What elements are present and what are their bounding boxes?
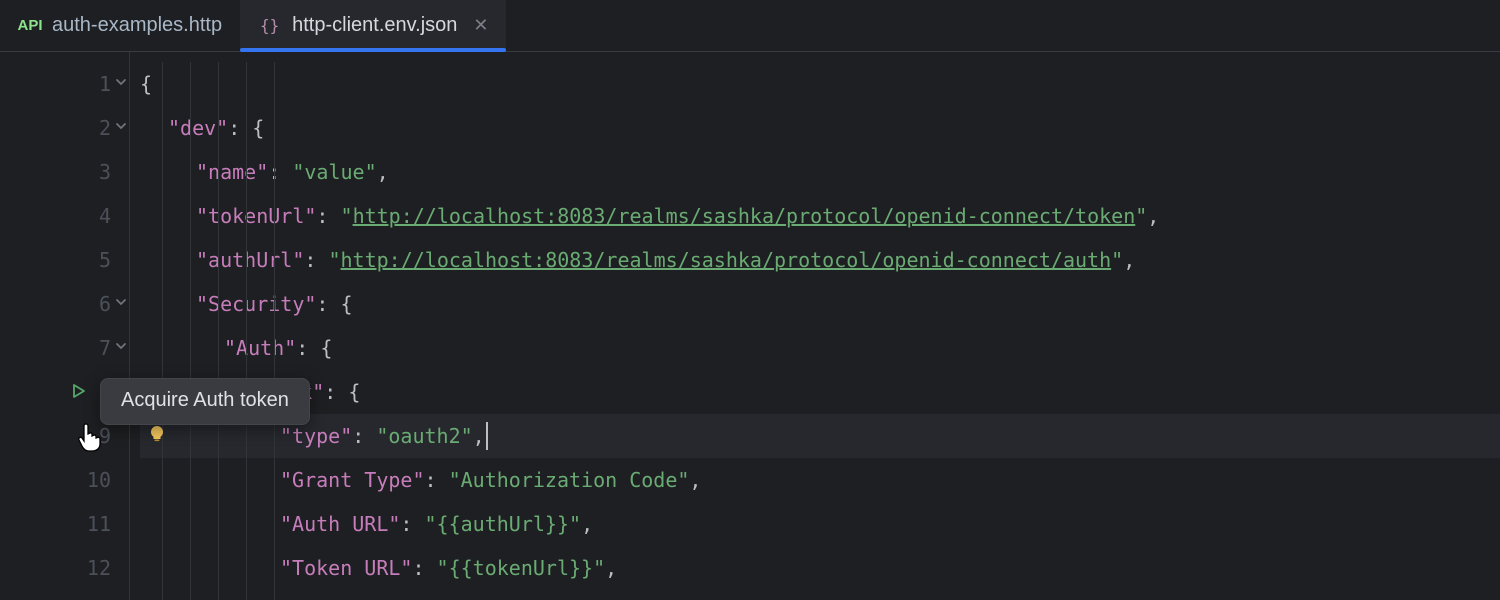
token-str: "{{tokenUrl}}" — [437, 556, 606, 580]
tab-auth-examples[interactable]: API auth-examples.http — [0, 0, 240, 51]
line-number: 1 — [75, 72, 111, 96]
intention-bulb-icon[interactable] — [148, 424, 166, 448]
token-key: "Auth" — [224, 336, 296, 360]
token-punc: , — [1123, 248, 1135, 272]
line-number: 2 — [75, 116, 111, 140]
token-str: "oauth2" — [376, 424, 472, 448]
gutter-line: 10 — [0, 458, 129, 502]
token-str: " — [341, 204, 353, 228]
editor-tabbar: API auth-examples.http {} http-client.en… — [0, 0, 1500, 52]
gutter-line: 7 — [0, 326, 129, 370]
code-line[interactable]: "authUrl": "http://localhost:8083/realms… — [140, 238, 1500, 282]
code-line[interactable]: "Grant Type": "Authorization Code", — [140, 458, 1500, 502]
token-key: "tokenUrl" — [196, 204, 316, 228]
token-punc: : — [352, 424, 376, 448]
gutter-line: 1 — [0, 62, 129, 106]
code-line[interactable]: "tokenUrl": "http://localhost:8083/realm… — [140, 194, 1500, 238]
token-punc: , — [605, 556, 617, 580]
token-str: "value" — [292, 160, 376, 184]
code-line[interactable]: "Security": { — [140, 282, 1500, 326]
token-str: "Authorization Code" — [449, 468, 690, 492]
tab-http-client-env[interactable]: {} http-client.env.json ✕ — [240, 0, 506, 51]
token-punc: : { — [324, 380, 360, 404]
code-line[interactable]: "Auth URL": "{{authUrl}}", — [140, 502, 1500, 546]
close-icon[interactable]: ✕ — [473, 15, 488, 36]
pointer-cursor-icon — [76, 420, 104, 457]
token-key: "Security" — [196, 292, 316, 316]
editor-gutter: 123456789101112 — [0, 52, 130, 600]
fold-chevron-icon[interactable] — [115, 296, 127, 312]
token-key: "Token URL" — [280, 556, 412, 580]
gutter-line: 3 — [0, 150, 129, 194]
gutter-line: 11 — [0, 502, 129, 546]
gutter-line: 12 — [0, 546, 129, 590]
token-punc: : { — [316, 292, 352, 316]
tooltip-text: Acquire Auth token — [121, 389, 289, 411]
token-punc: , — [689, 468, 701, 492]
token-str: "{{authUrl}}" — [425, 512, 582, 536]
code-line[interactable]: { — [140, 62, 1500, 106]
token-punc: { — [140, 72, 152, 96]
token-str: " — [1111, 248, 1123, 272]
line-number: 12 — [75, 556, 111, 580]
fold-chevron-icon[interactable] — [115, 76, 127, 92]
token-punc: : — [268, 160, 292, 184]
token-key: "type" — [280, 424, 352, 448]
text-caret — [486, 422, 488, 450]
json-file-icon: {} — [258, 14, 282, 38]
token-key: "Auth URL" — [280, 512, 400, 536]
token-punc: : — [400, 512, 424, 536]
token-punc: , — [1147, 204, 1159, 228]
line-number: 11 — [75, 512, 111, 536]
token-punc: : — [412, 556, 436, 580]
token-key: "name" — [196, 160, 268, 184]
tab-label: http-client.env.json — [292, 14, 457, 37]
code-line[interactable]: "type": "oauth2", — [140, 414, 1500, 458]
token-punc: : — [316, 204, 340, 228]
line-number: 7 — [75, 336, 111, 360]
gutter-line: 4 — [0, 194, 129, 238]
api-file-icon: API — [18, 14, 42, 38]
code-line[interactable]: "dev": { — [140, 106, 1500, 150]
token-key: "dev" — [168, 116, 228, 140]
line-number: 3 — [75, 160, 111, 184]
code-line[interactable]: "name": "value", — [140, 150, 1500, 194]
gutter-line: 6 — [0, 282, 129, 326]
token-str: " — [328, 248, 340, 272]
code-area[interactable]: {"dev": {"name": "value","tokenUrl": "ht… — [130, 52, 1500, 600]
token-punc: : — [425, 468, 449, 492]
token-link[interactable]: http://localhost:8083/realms/sashka/prot… — [353, 204, 1136, 228]
token-link[interactable]: http://localhost:8083/realms/sashka/prot… — [341, 248, 1112, 272]
token-punc: : — [304, 248, 328, 272]
code-line[interactable]: "Token URL": "{{tokenUrl}}", — [140, 546, 1500, 590]
gutter-action-tooltip[interactable]: Acquire Auth token — [100, 378, 310, 425]
gutter-line: 2 — [0, 106, 129, 150]
line-number: 10 — [75, 468, 111, 492]
svg-text:{}: {} — [260, 16, 279, 35]
token-punc: , — [581, 512, 593, 536]
code-line[interactable]: "Auth": { — [140, 326, 1500, 370]
token-punc: , — [473, 424, 485, 448]
fold-chevron-icon[interactable] — [115, 340, 127, 356]
token-key: "authUrl" — [196, 248, 304, 272]
token-str: " — [1135, 204, 1147, 228]
code-editor: 123456789101112 {"dev": {"name": "value"… — [0, 52, 1500, 600]
token-punc: , — [377, 160, 389, 184]
run-gutter-icon[interactable] — [70, 380, 86, 404]
gutter-line: 5 — [0, 238, 129, 282]
token-punc: : { — [296, 336, 332, 360]
tab-label: auth-examples.http — [52, 14, 222, 37]
line-number: 6 — [75, 292, 111, 316]
token-key: "Grant Type" — [280, 468, 425, 492]
line-number: 4 — [75, 204, 111, 228]
line-number: 5 — [75, 248, 111, 272]
fold-chevron-icon[interactable] — [115, 120, 127, 136]
code-line[interactable]: cloak": { — [140, 370, 1500, 414]
